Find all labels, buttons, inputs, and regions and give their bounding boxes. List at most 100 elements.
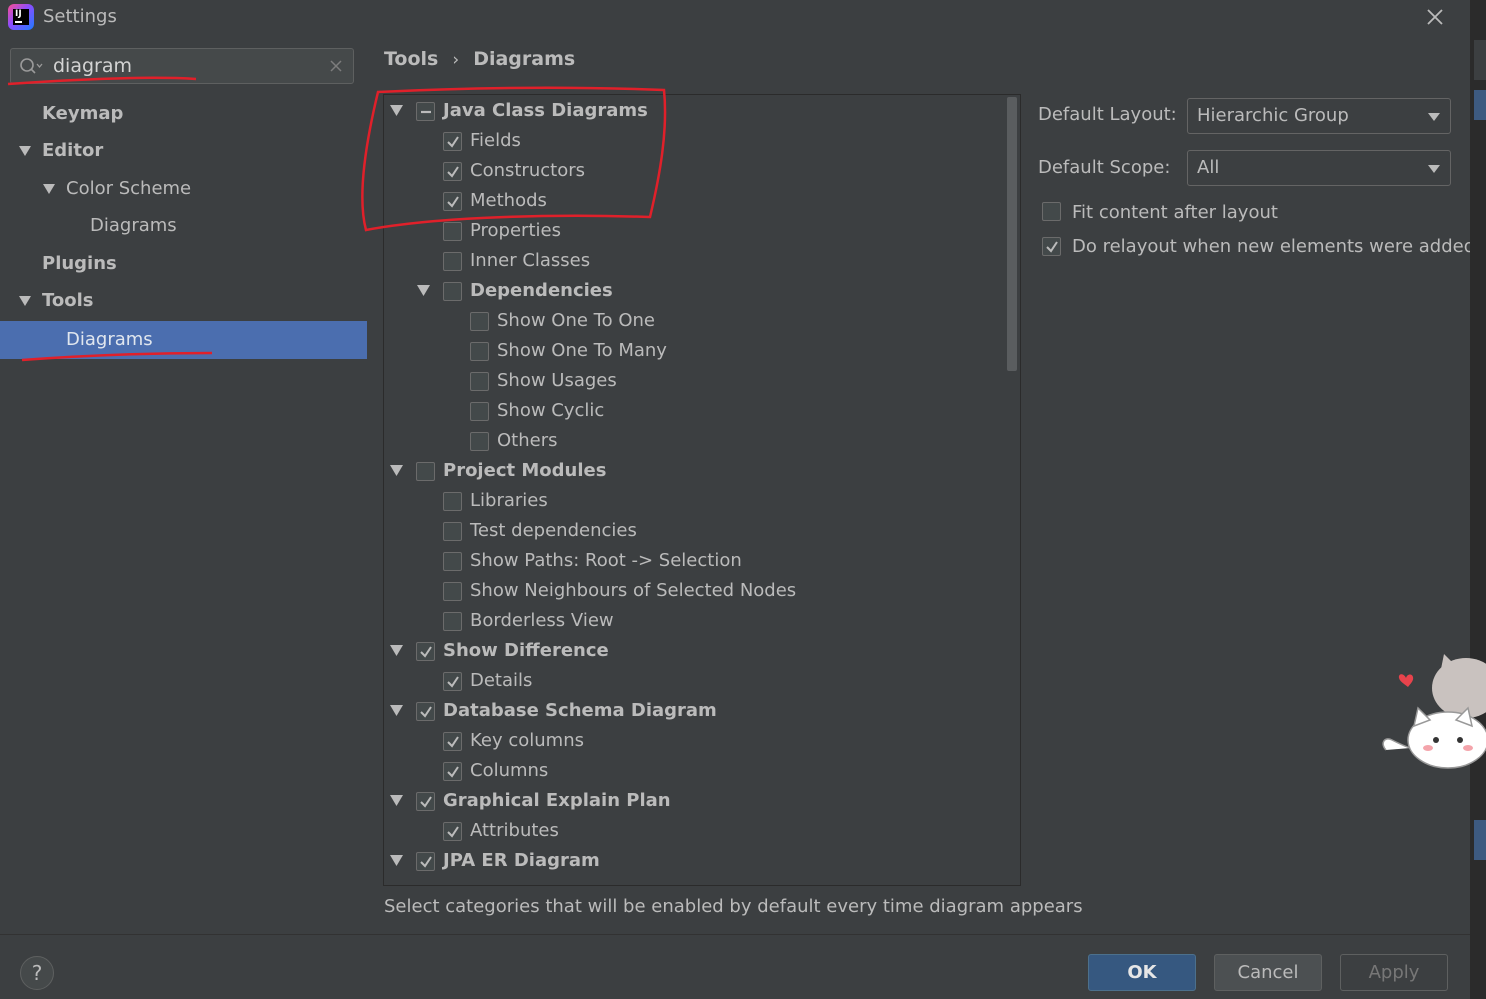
category-checkbox[interactable] bbox=[470, 432, 489, 451]
diagram-categories-tree[interactable]: Java Class Diagrams Fields Constructors Met… bbox=[383, 94, 1021, 886]
sidebar-item-label: Editor bbox=[42, 140, 104, 161]
expand-arrow-icon[interactable] bbox=[42, 182, 56, 196]
default-layout-dropdown[interactable]: Hierarchic Group bbox=[1187, 98, 1451, 134]
category-checkbox[interactable] bbox=[443, 492, 462, 511]
tree-row[interactable]: Show Neighbours of Selected Nodes bbox=[384, 576, 1004, 606]
checkmark-icon bbox=[447, 136, 459, 148]
sidebar-item-color-scheme-diagrams[interactable]: Diagrams bbox=[90, 208, 177, 244]
sidebar-item-plugins[interactable]: Plugins bbox=[42, 246, 117, 282]
expand-arrow-icon[interactable] bbox=[390, 105, 403, 116]
category-checkbox[interactable] bbox=[470, 372, 489, 391]
category-checkbox[interactable] bbox=[443, 522, 462, 541]
tree-row-label: JPA ER Diagram bbox=[443, 850, 600, 871]
tree-row[interactable]: Columns bbox=[384, 756, 1004, 786]
tree-row[interactable]: Project Modules bbox=[384, 456, 1004, 486]
tree-row[interactable]: Database Schema Diagram bbox=[384, 696, 1004, 726]
category-checkbox[interactable] bbox=[443, 192, 462, 211]
relayout-checkbox[interactable] bbox=[1042, 237, 1061, 256]
checkmark-icon bbox=[447, 826, 459, 838]
tree-row[interactable]: Libraries bbox=[384, 486, 1004, 516]
sidebar-item-label: Plugins bbox=[42, 253, 117, 274]
sidebar-item-tools[interactable]: Tools bbox=[42, 283, 94, 319]
category-checkbox[interactable] bbox=[416, 462, 435, 481]
tree-row-label: Constructors bbox=[470, 160, 585, 181]
tree-row[interactable]: Key columns bbox=[384, 726, 1004, 756]
tree-row[interactable]: Methods bbox=[384, 186, 1004, 216]
category-checkbox[interactable] bbox=[470, 342, 489, 361]
tree-row[interactable]: Borderless View bbox=[384, 606, 1004, 636]
tree-row[interactable]: Inner Classes bbox=[384, 246, 1004, 276]
apply-button[interactable]: Apply bbox=[1340, 954, 1448, 991]
category-checkbox[interactable] bbox=[443, 282, 462, 301]
tree-row[interactable]: Show Cyclic bbox=[384, 396, 1004, 426]
category-checkbox[interactable] bbox=[443, 732, 462, 751]
search-input[interactable] bbox=[53, 51, 323, 81]
tree-row[interactable]: Show One To Many bbox=[384, 336, 1004, 366]
ok-button[interactable]: OK bbox=[1088, 954, 1196, 991]
expand-arrow-icon[interactable] bbox=[417, 285, 430, 296]
tree-row[interactable]: Show Usages bbox=[384, 366, 1004, 396]
category-checkbox[interactable] bbox=[416, 642, 435, 661]
tree-row[interactable]: Dependencies bbox=[384, 276, 1004, 306]
tree-row-label: Java Class Diagrams bbox=[443, 100, 648, 121]
tree-row[interactable]: JPA ER Diagram bbox=[384, 846, 1004, 876]
checkmark-icon bbox=[447, 676, 459, 688]
tree-row[interactable]: Constructors bbox=[384, 156, 1004, 186]
search-box[interactable] bbox=[10, 48, 354, 84]
sidebar-item-color-scheme[interactable]: Color Scheme bbox=[66, 171, 191, 207]
tree-row[interactable]: Attributes bbox=[384, 816, 1004, 846]
category-checkbox[interactable] bbox=[416, 792, 435, 811]
category-checkbox[interactable] bbox=[470, 312, 489, 331]
scrollbar-thumb[interactable] bbox=[1007, 97, 1017, 371]
tree-row[interactable]: Fields bbox=[384, 126, 1004, 156]
category-checkbox[interactable] bbox=[443, 552, 462, 571]
tree-row[interactable]: Show Difference bbox=[384, 636, 1004, 666]
category-checkbox[interactable] bbox=[443, 162, 462, 181]
category-checkbox[interactable] bbox=[443, 582, 462, 601]
breadcrumb-separator: › bbox=[452, 50, 460, 70]
close-icon[interactable] bbox=[1424, 6, 1446, 28]
checkmark-icon bbox=[420, 796, 432, 808]
expand-arrow-icon[interactable] bbox=[18, 294, 32, 308]
tree-row[interactable]: Details bbox=[384, 666, 1004, 696]
tree-row-label: Show Neighbours of Selected Nodes bbox=[470, 580, 797, 601]
category-checkbox[interactable] bbox=[443, 822, 462, 841]
category-checkbox[interactable] bbox=[443, 672, 462, 691]
sidebar-item-label: Color Scheme bbox=[66, 178, 192, 199]
clear-search-icon[interactable] bbox=[329, 59, 343, 73]
category-checkbox[interactable] bbox=[416, 102, 435, 121]
category-checkbox[interactable] bbox=[443, 762, 462, 781]
expand-arrow-icon[interactable] bbox=[390, 795, 403, 806]
fit-content-checkbox[interactable] bbox=[1042, 202, 1061, 221]
checkmark-icon bbox=[447, 196, 459, 208]
sidebar-item-keymap[interactable]: Keymap bbox=[42, 96, 123, 132]
sidebar-item-tools-diagrams[interactable]: Diagrams bbox=[66, 322, 153, 358]
category-checkbox[interactable] bbox=[443, 132, 462, 151]
search-icon bbox=[20, 58, 43, 74]
cancel-button[interactable]: Cancel bbox=[1214, 954, 1322, 991]
sidebar-item-editor[interactable]: Editor bbox=[42, 133, 103, 169]
breadcrumb-parent[interactable]: Tools bbox=[384, 48, 438, 70]
tree-row-label: Show Difference bbox=[443, 640, 609, 661]
tree-row[interactable]: Show Paths: Root -> Selection bbox=[384, 546, 1004, 576]
expand-arrow-icon[interactable] bbox=[390, 645, 403, 656]
expand-arrow-icon[interactable] bbox=[390, 465, 403, 476]
tree-row[interactable]: Test dependencies bbox=[384, 516, 1004, 546]
category-checkbox[interactable] bbox=[443, 252, 462, 271]
expand-arrow-icon[interactable] bbox=[390, 855, 403, 866]
tree-row[interactable]: Others bbox=[384, 426, 1004, 456]
checkmark-icon bbox=[447, 736, 459, 748]
category-checkbox[interactable] bbox=[416, 702, 435, 721]
default-scope-dropdown[interactable]: All bbox=[1187, 150, 1451, 186]
expand-arrow-icon[interactable] bbox=[390, 705, 403, 716]
expand-arrow-icon[interactable] bbox=[18, 144, 32, 158]
category-checkbox[interactable] bbox=[443, 222, 462, 241]
tree-row[interactable]: Java Class Diagrams bbox=[384, 96, 1004, 126]
help-button[interactable]: ? bbox=[20, 956, 54, 990]
tree-row[interactable]: Show One To One bbox=[384, 306, 1004, 336]
category-checkbox[interactable] bbox=[470, 402, 489, 421]
tree-row[interactable]: Properties bbox=[384, 216, 1004, 246]
tree-row[interactable]: Graphical Explain Plan bbox=[384, 786, 1004, 816]
category-checkbox[interactable] bbox=[416, 852, 435, 871]
category-checkbox[interactable] bbox=[443, 612, 462, 631]
